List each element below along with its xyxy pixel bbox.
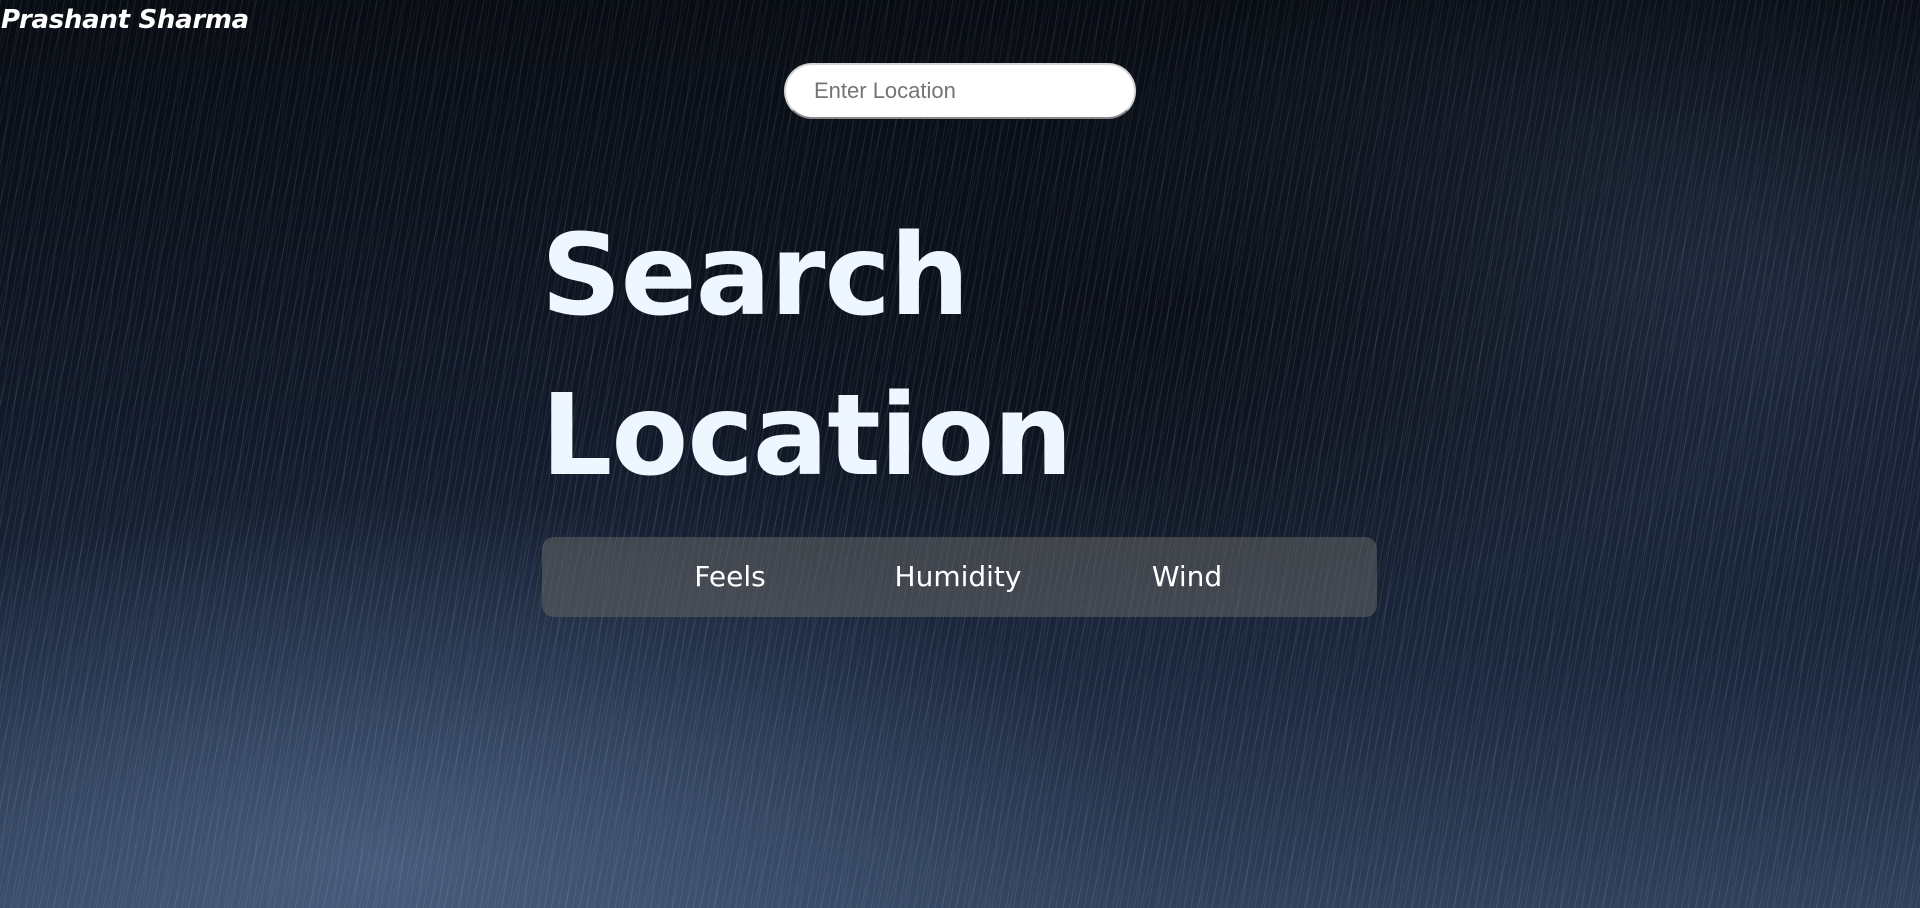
feels-label: Feels (694, 560, 766, 593)
location-title-line1: Search (541, 211, 970, 341)
brand-name: Prashant Sharma (1, 5, 249, 35)
wind-label: Wind (1151, 560, 1223, 593)
location-title-line2: Location (541, 371, 1073, 501)
location-search-input[interactable] (784, 63, 1136, 119)
location-title: Search Location (541, 196, 1073, 516)
search-container (784, 63, 1136, 119)
humidity-label: Humidity (894, 560, 1022, 593)
weather-stats-panel: Feels Humidity Wind (542, 537, 1377, 617)
